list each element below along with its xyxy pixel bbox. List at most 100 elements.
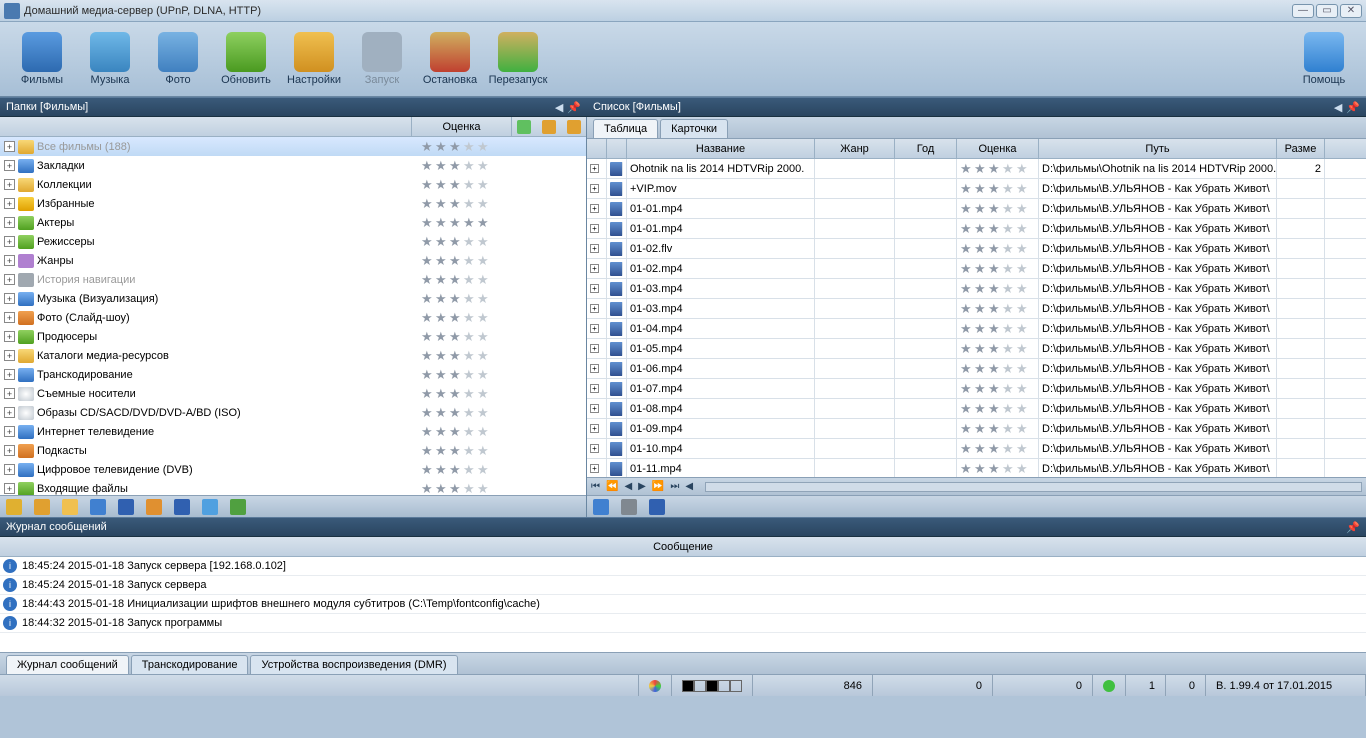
file-rating[interactable]: ★★★★★: [957, 199, 1039, 218]
tree-item[interactable]: +Образы CD/SACD/DVD/DVD-A/BD (ISO)★★★★★: [0, 403, 586, 422]
rating-stars[interactable]: ★★★★★: [421, 444, 586, 458]
minimize-button[interactable]: —: [1292, 4, 1314, 18]
tree-item[interactable]: +Коллекции★★★★★: [0, 175, 586, 194]
file-row[interactable]: +01-06.mp4★★★★★D:\фильмы\В.УЛЬЯНОВ - Как…: [587, 359, 1366, 379]
file-row[interactable]: +01-02.mp4★★★★★D:\фильмы\В.УЛЬЯНОВ - Как…: [587, 259, 1366, 279]
stop-button[interactable]: Остановка: [416, 29, 484, 89]
nav-first-icon[interactable]: ⏮: [591, 481, 600, 492]
expand-icon[interactable]: +: [590, 404, 599, 413]
expand-icon[interactable]: +: [590, 284, 599, 293]
col-genre[interactable]: Жанр: [815, 139, 895, 158]
file-row[interactable]: ++VIP.mov★★★★★D:\фильмы\В.УЛЬЯНОВ - Как …: [587, 179, 1366, 199]
folder-icon[interactable]: [34, 499, 50, 515]
expand-icon[interactable]: +: [4, 198, 15, 209]
tree-icon[interactable]: [230, 499, 246, 515]
rating-stars[interactable]: ★★★★★: [421, 330, 586, 344]
file-rating[interactable]: ★★★★★: [957, 399, 1039, 418]
nav-scroll-left-icon[interactable]: ◀: [685, 481, 693, 492]
file-row[interactable]: +01-10.mp4★★★★★D:\фильмы\В.УЛЬЯНОВ - Как…: [587, 439, 1366, 459]
file-row[interactable]: +01-05.mp4★★★★★D:\фильмы\В.УЛЬЯНОВ - Как…: [587, 339, 1366, 359]
file-rating[interactable]: ★★★★★: [957, 299, 1039, 318]
export-icon[interactable]: [146, 499, 162, 515]
expand-icon[interactable]: +: [4, 217, 15, 228]
tree-item[interactable]: +Каталоги медиа-ресурсов★★★★★: [0, 346, 586, 365]
grid-icon[interactable]: [621, 499, 637, 515]
tree-item[interactable]: +Цифровое телевидение (DVB)★★★★★: [0, 460, 586, 479]
col-size[interactable]: Разме: [1277, 139, 1325, 158]
tree-item[interactable]: +Транскодирование★★★★★: [0, 365, 586, 384]
tree-item[interactable]: +Актеры★★★★★: [0, 213, 586, 232]
rating-stars[interactable]: ★★★★★: [421, 178, 586, 192]
file-row[interactable]: +01-03.mp4★★★★★D:\фильмы\В.УЛЬЯНОВ - Как…: [587, 299, 1366, 319]
file-rating[interactable]: ★★★★★: [957, 239, 1039, 258]
tree-item[interactable]: +Съемные носители★★★★★: [0, 384, 586, 403]
tab-log[interactable]: Журнал сообщений: [6, 655, 129, 674]
key2-icon[interactable]: [567, 120, 581, 134]
save2-icon[interactable]: [174, 499, 190, 515]
file-rating[interactable]: ★★★★★: [957, 259, 1039, 278]
col-year[interactable]: Год: [895, 139, 957, 158]
expand-icon[interactable]: +: [4, 179, 15, 190]
expand-icon[interactable]: +: [590, 344, 599, 353]
music-button[interactable]: Музыка: [76, 29, 144, 89]
rating-stars[interactable]: ★★★★★: [421, 273, 586, 287]
tree-item[interactable]: +История навигации★★★★★: [0, 270, 586, 289]
tree-item[interactable]: +Подкасты★★★★★: [0, 441, 586, 460]
expand-icon[interactable]: +: [590, 224, 599, 233]
expand-icon[interactable]: +: [590, 264, 599, 273]
log-row[interactable]: i18:45:24 2015-01-18 Запуск сервера: [0, 576, 1366, 595]
rating-stars[interactable]: ★★★★★: [421, 349, 586, 363]
file-row[interactable]: +01-09.mp4★★★★★D:\фильмы\В.УЛЬЯНОВ - Как…: [587, 419, 1366, 439]
save3-icon[interactable]: [649, 499, 665, 515]
rating-stars[interactable]: ★★★★★: [421, 216, 586, 230]
file-row[interactable]: +01-03.mp4★★★★★D:\фильмы\В.УЛЬЯНОВ - Как…: [587, 279, 1366, 299]
rating-stars[interactable]: ★★★★★: [421, 368, 586, 382]
tab-table[interactable]: Таблица: [593, 119, 658, 138]
file-rating[interactable]: ★★★★★: [957, 159, 1039, 178]
refresh-button[interactable]: Обновить: [212, 29, 280, 89]
file-rating[interactable]: ★★★★★: [957, 379, 1039, 398]
tab-cards[interactable]: Карточки: [660, 119, 728, 138]
rating-stars[interactable]: ★★★★★: [421, 235, 586, 249]
file-row[interactable]: +Ohotnik na lis 2014 HDTVRip 2000.★★★★★D…: [587, 159, 1366, 179]
col-path[interactable]: Путь: [1039, 139, 1277, 158]
rating-stars[interactable]: ★★★★★: [421, 406, 586, 420]
tree-item[interactable]: +Жанры★★★★★: [0, 251, 586, 270]
rating-stars[interactable]: ★★★★★: [421, 292, 586, 306]
col-rating[interactable]: Оценка: [957, 139, 1039, 158]
expand-icon[interactable]: +: [590, 424, 599, 433]
rating-stars[interactable]: ★★★★★: [421, 425, 586, 439]
expand-icon[interactable]: +: [4, 236, 15, 247]
expand-icon[interactable]: +: [4, 312, 15, 323]
log-list[interactable]: i18:45:24 2015-01-18 Запуск сервера [192…: [0, 557, 1366, 652]
file-row[interactable]: +01-01.mp4★★★★★D:\фильмы\В.УЛЬЯНОВ - Как…: [587, 199, 1366, 219]
file-rating[interactable]: ★★★★★: [957, 319, 1039, 338]
expand-icon[interactable]: +: [4, 331, 15, 342]
key-icon[interactable]: [542, 120, 556, 134]
nav-last-icon[interactable]: ⏭: [670, 481, 679, 492]
expand-icon[interactable]: +: [590, 324, 599, 333]
close-button[interactable]: ✕: [1340, 4, 1362, 18]
weather-icon[interactable]: [62, 499, 78, 515]
tree-item[interactable]: +Фото (Слайд-шоу)★★★★★: [0, 308, 586, 327]
tree-item[interactable]: +Все фильмы (188)★★★★★: [0, 137, 586, 156]
photo-button[interactable]: Фото: [144, 29, 212, 89]
file-row[interactable]: +01-01.mp4★★★★★D:\фильмы\В.УЛЬЯНОВ - Как…: [587, 219, 1366, 239]
expand-icon[interactable]: +: [4, 293, 15, 304]
log-row[interactable]: i18:44:32 2015-01-18 Запуск программы: [0, 614, 1366, 633]
file-row[interactable]: +01-07.mp4★★★★★D:\фильмы\В.УЛЬЯНОВ - Как…: [587, 379, 1366, 399]
tree-item[interactable]: +Входящие файлы★★★★★: [0, 479, 586, 495]
rating-stars[interactable]: ★★★★★: [421, 463, 586, 477]
help-button[interactable]: Помощь: [1290, 29, 1358, 89]
file-rating[interactable]: ★★★★★: [957, 439, 1039, 458]
expand-icon[interactable]: +: [590, 384, 599, 393]
rating-stars[interactable]: ★★★★★: [421, 254, 586, 268]
file-row[interactable]: +01-02.flv★★★★★D:\фильмы\В.УЛЬЯНОВ - Как…: [587, 239, 1366, 259]
expand-icon[interactable]: +: [590, 444, 599, 453]
file-rating[interactable]: ★★★★★: [957, 459, 1039, 477]
file-row[interactable]: +01-08.mp4★★★★★D:\фильмы\В.УЛЬЯНОВ - Как…: [587, 399, 1366, 419]
rating-stars[interactable]: ★★★★★: [421, 140, 586, 154]
expand-icon[interactable]: +: [4, 464, 15, 475]
nav-nextpage-icon[interactable]: ⏩: [652, 481, 664, 492]
file-rating[interactable]: ★★★★★: [957, 339, 1039, 358]
